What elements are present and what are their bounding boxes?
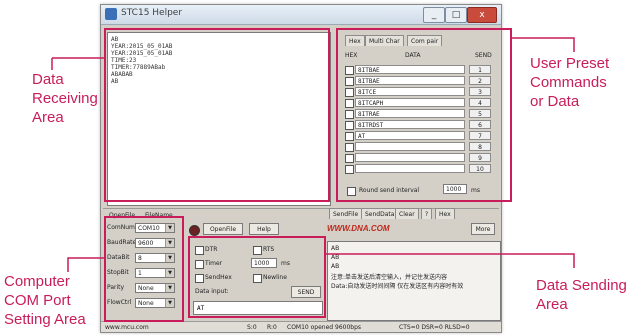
preset-label-line: Commands [530,74,607,91]
preset-connector [512,37,575,52]
send-label-line: Data Sending [536,277,627,294]
preset-area-label: User Preset Commands or Data [530,54,609,111]
com-label-line: COM Port [4,292,71,309]
send-area-label: Data Sending Area [536,276,627,314]
send-connector [326,253,575,268]
preset-label-line: User Preset [530,55,610,72]
com-label-line: Setting Area [4,311,86,328]
com-connector [67,257,104,272]
receive-area-label: Data Receiving Area [32,70,98,127]
send-label-line: Area [536,296,568,313]
receive-label-line: Receiving [32,90,98,107]
com-label-line: Computer [4,273,70,290]
com-area-label: Computer COM Port Setting Area [4,272,86,329]
preset-label-line: or Data [530,93,580,110]
receive-label-line: Data [32,71,64,88]
receive-label-line: Area [32,109,64,126]
